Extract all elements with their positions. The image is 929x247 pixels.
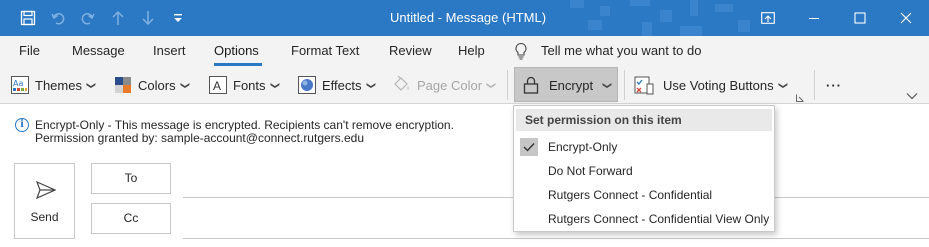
effects-button[interactable]: Effects ❯	[298, 70, 376, 100]
voting-buttons-button[interactable]: Use Voting Buttons ❯	[634, 70, 788, 100]
redo-icon[interactable]	[73, 0, 103, 36]
info-icon: i	[15, 118, 29, 132]
send-button[interactable]: Send	[14, 163, 75, 239]
encrypt-button[interactable]: Encrypt ❯	[523, 70, 613, 100]
paint-bucket-icon	[394, 75, 409, 91]
chevron-down-icon: ❯	[602, 81, 613, 89]
window-controls	[745, 0, 929, 36]
page-color-label: Page Color	[417, 77, 483, 93]
save-icon[interactable]	[13, 0, 43, 36]
permission-info-text: Permission granted by: sample-account@co…	[35, 131, 365, 145]
cc-button[interactable]: Cc	[91, 203, 171, 234]
themes-label: Themes	[35, 77, 82, 93]
menu-item-encrypt-only[interactable]: Encrypt-Only	[516, 135, 772, 159]
cc-field[interactable]	[183, 238, 929, 239]
fonts-icon: A	[209, 76, 227, 94]
ribbon-divider	[624, 70, 625, 100]
voting-icon	[634, 76, 654, 95]
lightbulb-icon	[515, 42, 527, 60]
chevron-down-icon: ❯	[269, 81, 280, 89]
page-color-button[interactable]: Page Color ❯	[391, 70, 497, 100]
ribbon-divider	[814, 70, 815, 100]
tell-me-search[interactable]: Tell me what you want to do	[541, 43, 701, 58]
close-icon[interactable]	[883, 0, 929, 36]
dropdown-header: Set permission on this item	[516, 109, 772, 131]
title-bar-pattern	[570, 0, 750, 36]
quick-access-toolbar	[0, 0, 193, 36]
maximize-icon[interactable]	[837, 0, 883, 36]
minimize-icon[interactable]	[791, 0, 837, 36]
to-button[interactable]: To	[91, 163, 171, 194]
encrypt-dropdown-menu: Set permission on this item Encrypt-Only…	[513, 105, 775, 232]
title-bar: Untitled - Message (HTML)	[0, 0, 929, 36]
down-arrow-icon[interactable]	[133, 0, 163, 36]
dialog-launcher-icon[interactable]	[796, 94, 804, 102]
themes-icon: Aa	[11, 76, 29, 94]
effects-icon	[298, 76, 316, 94]
tab-help[interactable]: Help	[458, 43, 485, 58]
effects-label: Effects	[322, 77, 362, 93]
menu-item-confidential-view-only[interactable]: Rutgers Connect - Confidential View Only	[516, 207, 772, 231]
encryption-info-text: Encrypt-Only - This message is encrypted…	[35, 118, 454, 132]
fonts-label: Fonts	[233, 77, 266, 93]
chevron-down-icon: ❯	[486, 81, 497, 89]
menu-item-confidential[interactable]: Rutgers Connect - Confidential	[516, 183, 772, 207]
send-label: Send	[30, 210, 59, 224]
checkmark-icon	[520, 138, 538, 156]
ribbon-divider	[507, 70, 508, 100]
tab-format-text[interactable]: Format Text	[291, 43, 359, 58]
send-icon	[36, 180, 56, 200]
undo-icon[interactable]	[43, 0, 73, 36]
lock-icon	[523, 76, 539, 94]
colors-label: Colors	[138, 77, 176, 93]
chevron-down-icon: ❯	[86, 81, 97, 89]
tab-review[interactable]: Review	[389, 43, 432, 58]
colors-icon	[115, 77, 131, 93]
customize-icon[interactable]	[163, 0, 193, 36]
colors-button[interactable]: Colors ❯	[114, 70, 190, 100]
tab-file[interactable]: File	[19, 43, 40, 58]
menu-item-do-not-forward[interactable]: Do Not Forward	[516, 159, 772, 183]
encrypt-label: Encrypt	[549, 77, 594, 93]
ribbon-collapse-icon[interactable]	[906, 92, 918, 100]
tab-message[interactable]: Message	[72, 43, 125, 58]
svg-text:A: A	[213, 79, 221, 93]
svg-text:Aa: Aa	[13, 79, 23, 88]
chevron-down-icon: ❯	[777, 81, 788, 89]
ribbon-display-icon[interactable]	[745, 0, 791, 36]
chevron-down-icon: ❯	[179, 81, 190, 89]
menu-item-label: Encrypt-Only	[548, 140, 618, 154]
chevron-down-icon: ❯	[365, 81, 376, 89]
window-title: Untitled - Message (HTML)	[390, 10, 547, 25]
more-options-button[interactable]: ···	[826, 70, 842, 100]
themes-button[interactable]: Aa Themes ❯	[11, 70, 97, 100]
up-arrow-icon[interactable]	[103, 0, 133, 36]
voting-label: Use Voting Buttons	[663, 77, 774, 93]
tab-insert[interactable]: Insert	[153, 43, 186, 58]
fonts-button[interactable]: A Fonts ❯	[209, 70, 280, 100]
tab-options[interactable]: Options	[214, 43, 259, 58]
